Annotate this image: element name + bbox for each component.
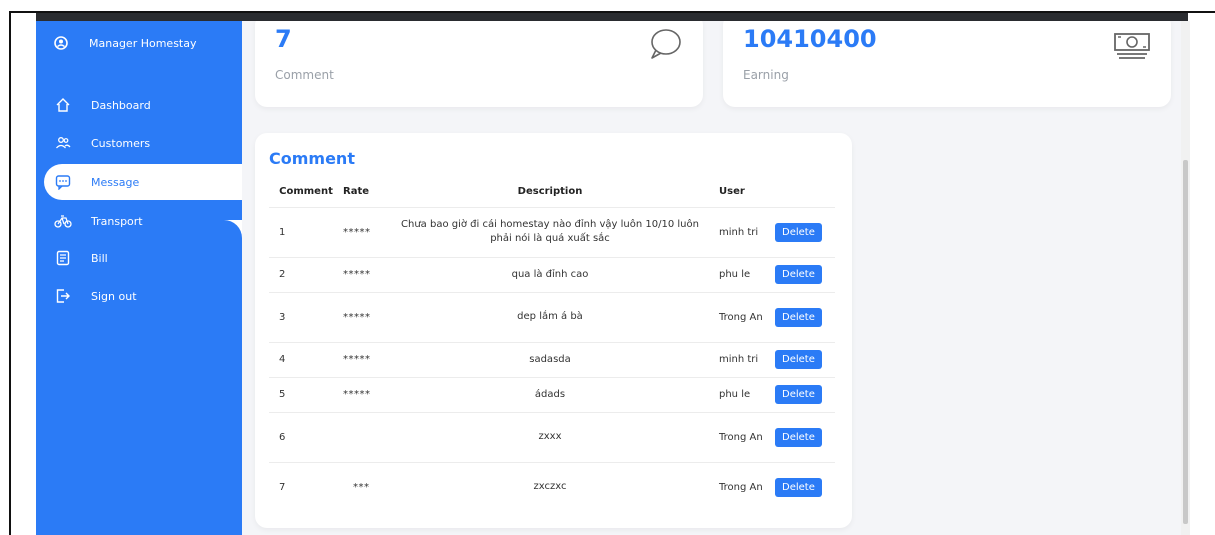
sidebar-item-transport[interactable]: Transport [44, 203, 242, 239]
frame-border-left [9, 11, 11, 535]
message-icon [54, 173, 72, 191]
chat-bubble-icon [647, 27, 683, 65]
delete-button[interactable]: Delete [775, 427, 822, 447]
comment-rate: ***** [343, 291, 387, 342]
column-header: Comment [279, 186, 333, 198]
comment-user: Trong An [713, 411, 775, 462]
delete-button[interactable]: Delete [775, 350, 822, 369]
column-header: Rate [343, 186, 370, 198]
comment-rate: ***** [343, 206, 387, 257]
table-row: 2 ***** qua là đỉnh cao phu le Delete [269, 256, 835, 292]
table-header-row: Comment Rate Description User [269, 177, 835, 207]
delete-button[interactable]: Delete [775, 307, 822, 327]
comment-description: ádads [387, 376, 713, 412]
sidebar: Manager Homestay Dashboard Customers Mes… [36, 21, 242, 535]
comment-rate: *** [343, 461, 387, 512]
comment-description: zxczxc [387, 461, 713, 512]
comment-rate: ***** [343, 376, 387, 412]
comment-id: 4 [269, 341, 343, 377]
table-row: 5 ***** ádads phu le Delete [269, 376, 835, 412]
delete-button[interactable]: Delete [775, 385, 822, 404]
comment-rate: ***** [343, 341, 387, 377]
main-content: 7 Comment 10410400 Earning Comment Comme… [242, 21, 1188, 535]
sidebar-item-label: Sign out [91, 289, 137, 303]
user-circle-icon [52, 34, 70, 52]
stat-card-earning: 10410400 Earning [723, 21, 1171, 107]
sidebar-item-label: Customers [91, 136, 151, 150]
comment-user: minh tri [713, 341, 775, 377]
comment-user: Trong An [713, 461, 775, 512]
comment-table: Comment Rate Description User 1 ***** Ch… [269, 177, 835, 512]
delete-button[interactable]: Delete [775, 265, 822, 284]
comment-id: 6 [269, 411, 343, 462]
delete-button[interactable]: Delete [775, 477, 822, 497]
comment-description: dep lắm á bà [387, 291, 713, 342]
sign-out-icon [54, 287, 72, 305]
comment-id: 3 [269, 291, 343, 342]
sidebar-item-customers[interactable]: Customers [44, 125, 242, 161]
table-row: 1 ***** Chưa bao giờ đi cái homestay nào… [269, 206, 835, 257]
sidebar-item-dashboard[interactable]: Dashboard [44, 87, 242, 123]
comment-panel-title: Comment [269, 149, 355, 168]
comment-user: phu le [713, 256, 775, 292]
comment-user: Trong An [713, 291, 775, 342]
sidebar-item-message[interactable]: Message [44, 164, 242, 200]
bill-icon [54, 249, 72, 267]
stat-value: 10410400 [743, 25, 877, 53]
comment-rate: ***** [343, 256, 387, 292]
comment-description: Chưa bao giờ đi cái homestay nào đỉnh vậ… [387, 206, 713, 257]
brand[interactable]: Manager Homestay [52, 33, 197, 53]
comment-user: phu le [713, 376, 775, 412]
delete-button[interactable]: Delete [775, 222, 822, 242]
comment-description: sadasda [387, 341, 713, 377]
users-icon [54, 134, 72, 152]
table-row: 4 ***** sadasda minh tri Delete [269, 341, 835, 377]
home-icon [54, 96, 72, 114]
money-icon [1113, 31, 1151, 65]
sidebar-item-bill[interactable]: Bill [44, 240, 242, 276]
sidebar-item-sign-out[interactable]: Sign out [44, 278, 242, 314]
brand-name: Manager Homestay [89, 36, 197, 50]
sidebar-item-label: Message [91, 175, 140, 189]
app-frame: Manager Homestay Dashboard Customers Mes… [0, 0, 1215, 535]
comment-description: qua là đỉnh cao [387, 256, 713, 292]
comment-id: 5 [269, 376, 343, 412]
bike-icon [54, 212, 72, 230]
table-row: 3 ***** dep lắm á bà Trong An Delete [269, 291, 835, 342]
sidebar-item-label: Bill [91, 251, 108, 265]
comment-rate [343, 411, 387, 462]
comment-id: 1 [269, 206, 343, 257]
top-bar [36, 13, 1188, 21]
stat-label: Comment [275, 68, 334, 82]
stat-card-comment: 7 Comment [255, 21, 703, 107]
table-row: 6 zxxx Trong An Delete [269, 411, 835, 462]
sidebar-item-label: Dashboard [91, 98, 151, 112]
scrollbar-thumb[interactable] [1183, 160, 1188, 524]
comment-id: 7 [269, 461, 343, 512]
table-row: 7 *** zxczxc Trong An Delete [269, 461, 835, 512]
stat-label: Earning [743, 68, 789, 82]
stat-value: 7 [275, 25, 292, 53]
comment-user: minh tri [713, 206, 775, 257]
column-header: User [719, 186, 745, 198]
sidebar-item-label: Transport [91, 214, 143, 228]
comment-panel: Comment Comment Rate Description User 1 … [255, 133, 852, 528]
column-header [775, 177, 835, 207]
column-header: Description [517, 185, 583, 197]
comment-id: 2 [269, 256, 343, 292]
comment-description: zxxx [387, 411, 713, 462]
